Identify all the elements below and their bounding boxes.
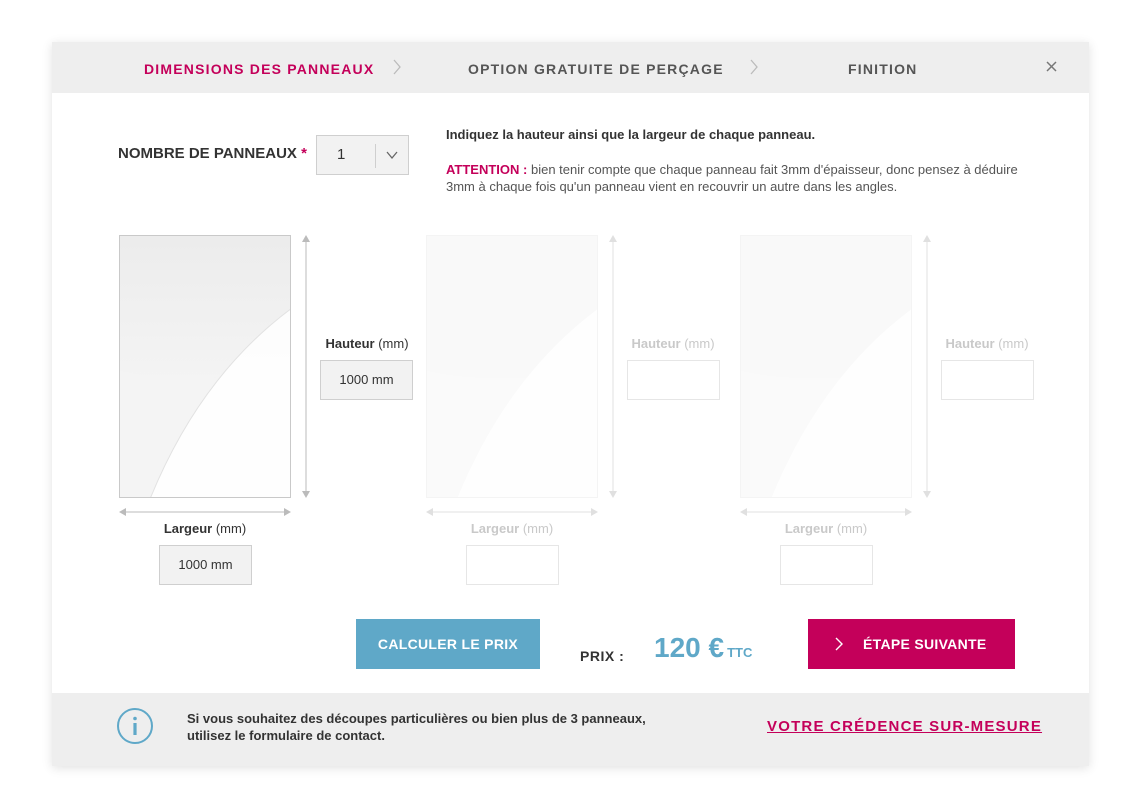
- height-arrow: [609, 235, 617, 498]
- help-text: ATTENTION : bien tenir compte que chaque…: [446, 161, 1046, 195]
- next-step-button[interactable]: ÉTAPE SUIVANTE: [808, 619, 1015, 669]
- price-value-wrap: 120 € TTC: [654, 632, 752, 664]
- footer-text: Si vous souhaitez des découpes particuli…: [187, 710, 646, 744]
- footer-info-bar: Si vous souhaitez des découpes particuli…: [52, 693, 1089, 766]
- footer-line-1: Si vous souhaitez des découpes particuli…: [187, 711, 646, 726]
- height-label-3: Hauteur (mm): [934, 336, 1040, 351]
- width-label-1: Largeur (mm): [152, 521, 258, 536]
- chevron-right-icon: [750, 59, 758, 75]
- height-label-text: Hauteur: [325, 336, 375, 351]
- chevron-down-icon: [386, 151, 398, 160]
- width-arrow: [426, 508, 598, 516]
- height-input-1[interactable]: 1000 mm: [320, 360, 413, 400]
- panel-count-text: NOMBRE DE PANNEAUX: [118, 145, 297, 162]
- price-value: 120 €: [654, 632, 725, 663]
- price-label: PRIX :: [580, 648, 625, 664]
- height-label-text: Hauteur: [631, 336, 681, 351]
- height-unit: (mm): [998, 336, 1029, 351]
- panel-count-label: NOMBRE DE PANNEAUX *: [118, 145, 307, 162]
- width-input-2[interactable]: [466, 545, 559, 585]
- height-label-2: Hauteur (mm): [620, 336, 726, 351]
- close-icon[interactable]: [1041, 56, 1063, 78]
- attention-text: bien tenir compte que chaque panneau fai…: [446, 162, 1018, 194]
- help-title: Indiquez la hauteur ainsi que la largeur…: [446, 127, 816, 142]
- steps-bar: DIMENSIONS DES PANNEAUX OPTION GRATUITE …: [52, 42, 1089, 93]
- width-label-text: Largeur: [163, 521, 213, 536]
- panel-preview-1: [119, 235, 291, 498]
- height-arrow: [923, 235, 931, 498]
- panel-texture: [741, 236, 911, 497]
- step-finish[interactable]: FINITION: [848, 42, 917, 93]
- height-label-text: Hauteur: [945, 336, 995, 351]
- width-input-1[interactable]: 1000 mm: [159, 545, 252, 585]
- configurator-modal: DIMENSIONS DES PANNEAUX OPTION GRATUITE …: [52, 42, 1089, 766]
- panel-texture: [427, 236, 597, 497]
- panel-preview-2: [426, 235, 598, 498]
- height-unit: (mm): [378, 336, 409, 351]
- chevron-right-icon: [835, 637, 843, 651]
- height-unit: (mm): [684, 336, 715, 351]
- chevron-right-icon: [393, 59, 401, 75]
- width-unit: (mm): [215, 521, 247, 536]
- info-icon: [117, 708, 153, 744]
- panel-count-value: 1: [337, 146, 346, 163]
- attention-label: ATTENTION :: [446, 162, 528, 177]
- height-label-1: Hauteur (mm): [314, 336, 420, 351]
- panel-texture: [120, 236, 290, 497]
- step-drilling[interactable]: OPTION GRATUITE DE PERÇAGE: [468, 42, 724, 93]
- panel-preview-3: [740, 235, 912, 498]
- width-unit: (mm): [522, 521, 554, 536]
- width-label-text: Largeur: [784, 521, 834, 536]
- step-dimensions[interactable]: DIMENSIONS DES PANNEAUX: [144, 42, 374, 93]
- select-divider: [375, 144, 376, 168]
- next-step-label: ÉTAPE SUIVANTE: [863, 636, 987, 652]
- width-arrow: [740, 508, 912, 516]
- width-label-2: Largeur (mm): [459, 521, 565, 536]
- height-input-2[interactable]: [627, 360, 720, 400]
- custom-splashback-link[interactable]: VOTRE CRÉDENCE SUR-MESURE: [767, 718, 1042, 735]
- width-unit: (mm): [836, 521, 868, 536]
- width-label-text: Largeur: [470, 521, 520, 536]
- width-input-3[interactable]: [780, 545, 873, 585]
- calculate-price-button[interactable]: CALCULER LE PRIX: [356, 619, 540, 669]
- required-mark: *: [301, 145, 307, 162]
- height-input-3[interactable]: [941, 360, 1034, 400]
- height-arrow: [302, 235, 310, 498]
- footer-line-2: utilisez le formulaire de contact.: [187, 728, 385, 743]
- width-label-3: Largeur (mm): [773, 521, 879, 536]
- price-suffix: TTC: [727, 645, 753, 660]
- width-arrow: [119, 508, 291, 516]
- panel-count-select[interactable]: 1: [316, 135, 409, 175]
